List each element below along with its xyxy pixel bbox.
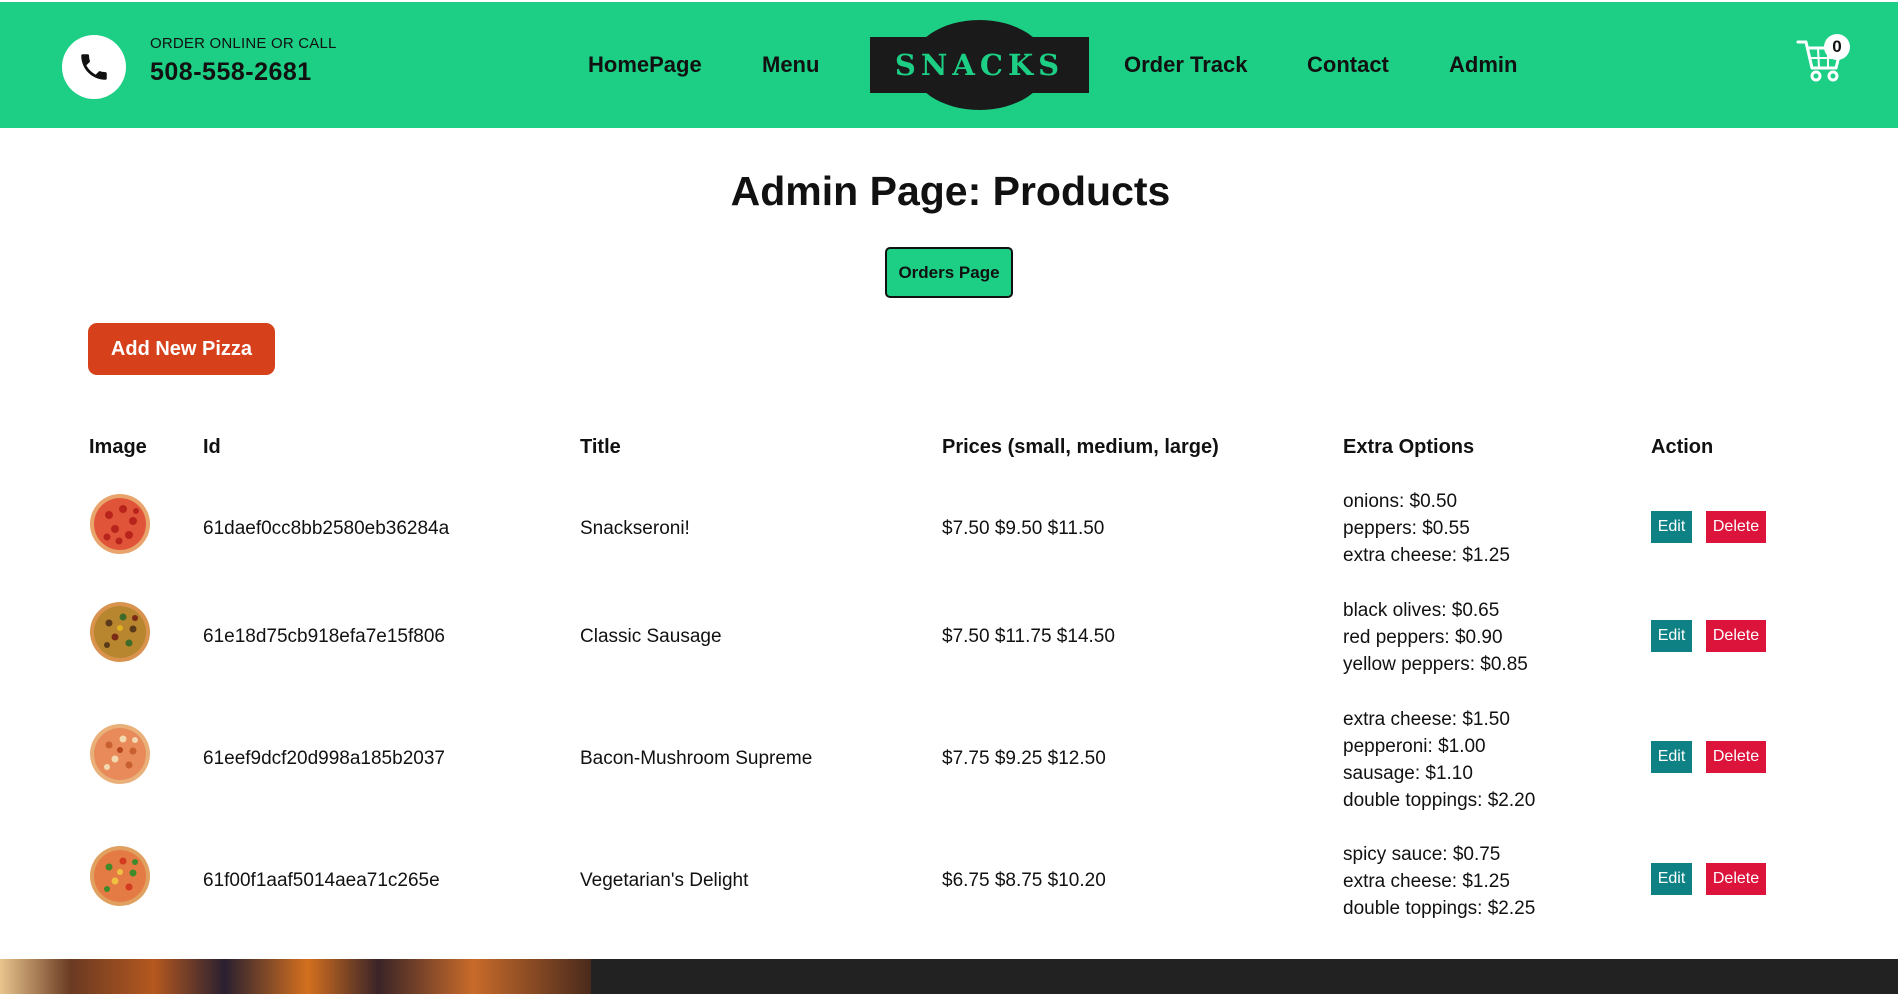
pizza-image (90, 724, 150, 784)
product-title: Vegetarian's Delight (580, 870, 749, 891)
logo-text: SNACKS (894, 48, 1065, 82)
extra-option: peppers: $0.55 (1343, 518, 1470, 539)
add-new-pizza-button[interactable]: Add New Pizza (88, 323, 275, 375)
edit-button[interactable]: Edit (1651, 863, 1692, 895)
column-header-id: Id (203, 436, 221, 458)
product-id: 61eef9dcf20d998a185b2037 (203, 748, 445, 769)
product-prices: $6.75 $8.75 $10.20 (942, 870, 1106, 891)
edit-button[interactable]: Edit (1651, 620, 1692, 652)
call-info: ORDER ONLINE OR CALL 508-558-2681 (150, 35, 337, 87)
extra-options: onions: $0.50 peppers: $0.55 extra chees… (1343, 488, 1510, 569)
delete-button[interactable]: Delete (1706, 863, 1766, 895)
edit-button[interactable]: Edit (1651, 511, 1692, 543)
product-title: Bacon-Mushroom Supreme (580, 748, 813, 769)
footer-image (0, 959, 591, 994)
extra-option: double toppings: $2.25 (1343, 898, 1536, 919)
extra-option: sausage: $1.10 (1343, 763, 1473, 784)
phone-button[interactable] (62, 35, 126, 99)
extra-option: onions: $0.50 (1343, 491, 1458, 512)
delete-button[interactable]: Delete (1706, 741, 1766, 773)
extra-option: black olives: $0.65 (1343, 600, 1500, 621)
nav-contact[interactable]: Contact (1307, 52, 1389, 78)
cart-count-badge: 0 (1824, 34, 1850, 60)
delete-button[interactable]: Delete (1706, 511, 1766, 543)
extra-option: spicy sauce: $0.75 (1343, 844, 1501, 865)
footer (591, 959, 1898, 994)
edit-button[interactable]: Edit (1651, 741, 1692, 773)
logo[interactable]: SNACKS (870, 20, 1089, 110)
nav-homepage[interactable]: HomePage (588, 52, 702, 78)
extra-options: extra cheese: $1.50 pepperoni: $1.00 sau… (1343, 706, 1535, 814)
product-id: 61e18d75cb918efa7e15f806 (203, 626, 445, 647)
pizza-image (90, 602, 150, 662)
extra-option: extra cheese: $1.50 (1343, 709, 1510, 730)
call-label: ORDER ONLINE OR CALL (150, 35, 337, 52)
column-header-title: Title (580, 436, 621, 458)
extra-options: spicy sauce: $0.75 extra cheese: $1.25 d… (1343, 841, 1535, 922)
extra-options: black olives: $0.65 red peppers: $0.90 y… (1343, 597, 1528, 678)
page-title: Admin Page: Products (730, 168, 1171, 214)
page: ORDER ONLINE OR CALL 508-558-2681 HomePa… (0, 0, 1901, 994)
product-prices: $7.50 $9.50 $11.50 (942, 518, 1105, 539)
extra-option: pepperoni: $1.00 (1343, 736, 1486, 757)
extra-option: double toppings: $2.20 (1343, 790, 1536, 811)
pizza-image (90, 846, 150, 906)
nav-order-track[interactable]: Order Track (1124, 52, 1248, 78)
nav-admin[interactable]: Admin (1449, 52, 1517, 78)
extra-option: extra cheese: $1.25 (1343, 871, 1510, 892)
product-prices: $7.75 $9.25 $12.50 (942, 748, 1106, 769)
phone-icon (81, 54, 107, 80)
orders-page-button[interactable]: Orders Page (885, 247, 1013, 298)
nav-menu[interactable]: Menu (762, 52, 819, 78)
column-header-prices: Prices (small, medium, large) (942, 436, 1219, 458)
product-id: 61daef0cc8bb2580eb36284a (203, 518, 450, 539)
column-header-extra-options: Extra Options (1343, 436, 1475, 458)
navbar: ORDER ONLINE OR CALL 508-558-2681 HomePa… (0, 2, 1898, 128)
product-prices: $7.50 $11.75 $14.50 (942, 626, 1115, 647)
extra-option: extra cheese: $1.25 (1343, 545, 1510, 566)
pizza-image (90, 494, 150, 554)
column-header-image: Image (89, 436, 147, 458)
product-id: 61f00f1aaf5014aea71c265e (203, 870, 440, 891)
delete-button[interactable]: Delete (1706, 620, 1766, 652)
extra-option: red peppers: $0.90 (1343, 627, 1503, 648)
product-title: Snackseroni! (580, 518, 690, 539)
product-title: Classic Sausage (580, 626, 722, 647)
phone-number: 508-558-2681 (150, 58, 312, 86)
column-header-action: Action (1651, 436, 1714, 458)
extra-option: yellow peppers: $0.85 (1343, 654, 1528, 675)
